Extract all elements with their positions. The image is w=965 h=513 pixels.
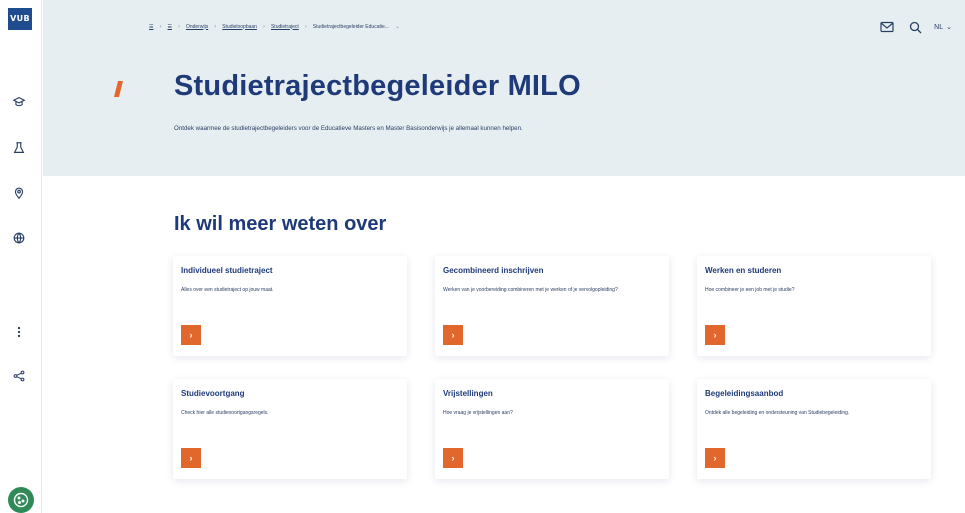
page-intro: Ontdek waarmee de studietrajectbegeleide… [174, 125, 523, 132]
card-arrow-button[interactable]: › [181, 325, 201, 345]
breadcrumb-current: Studietrajectbegeleider Educatie... [312, 23, 389, 30]
location-pin-icon[interactable] [11, 185, 27, 201]
card-arrow-button[interactable]: › [705, 448, 725, 468]
cookie-icon[interactable] [8, 487, 34, 513]
page-title: Studietrajectbegeleider MILO [174, 70, 581, 102]
card-text: Check hier alle studievoortgangsregels. [181, 410, 269, 416]
lab-flask-icon[interactable] [11, 140, 27, 156]
chevron-right-icon: › [177, 23, 180, 30]
card-text: Hoe vraag je vrijstellingen aan? [443, 410, 513, 416]
breadcrumb-item[interactable]: Studieloopbaan [222, 24, 257, 30]
page-header: ☰ › ☰ › Onderwijs › Studieloopbaan › Stu… [43, 0, 965, 176]
chevron-right-icon: › [451, 330, 455, 340]
card-studievoortgang[interactable]: Studievoortgang Check hier alle studievo… [173, 379, 407, 479]
chevron-right-icon: › [262, 23, 265, 30]
breadcrumb-item[interactable]: ☰ [167, 24, 171, 30]
card-title: Studievoortgang [181, 389, 245, 398]
card-text: Werken van je voorbereiding combineren m… [443, 287, 618, 293]
card-title: Individueel studietraject [181, 266, 273, 275]
language-label: NL [934, 23, 944, 31]
vub-logo[interactable]: VUB [8, 8, 32, 30]
section-title: Ik wil meer weten over [174, 213, 387, 235]
title-accent [114, 81, 123, 97]
card-title: Werken en studeren [705, 266, 782, 275]
card-text: Hoe combineer je een job met je studie? [705, 287, 795, 293]
card-text: Alles over een studietraject op jouw maa… [181, 287, 274, 293]
card-vrijstellingen[interactable]: Vrijstellingen Hoe vraag je vrijstelling… [435, 379, 669, 479]
search-icon[interactable] [906, 18, 924, 36]
chevron-right-icon: › [713, 330, 717, 340]
card-gecombineerd-inschrijven[interactable]: Gecombineerd inschrijven Werken van je v… [435, 256, 669, 356]
chevron-right-icon: › [304, 23, 307, 30]
mail-icon[interactable] [878, 18, 896, 36]
more-vertical-icon[interactable] [11, 324, 27, 340]
card-arrow-button[interactable]: › [705, 325, 725, 345]
chevron-right-icon: › [713, 453, 717, 463]
card-text: Ontdek alle begeleiding en ondersteuning… [705, 410, 850, 416]
share-icon[interactable] [11, 368, 27, 384]
header-tools: NL ⌄ [878, 18, 952, 36]
card-arrow-button[interactable]: › [443, 325, 463, 345]
chevron-right-icon: › [189, 330, 193, 340]
chevron-down-icon[interactable]: ⌄ [395, 23, 400, 30]
globe-icon[interactable] [11, 230, 27, 246]
page: VUB ☰ › ☰ › Onderwijs › Studieloopbaan ›… [0, 0, 965, 513]
card-begeleidingsaanbod[interactable]: Begeleidingsaanbod Ontdek alle begeleidi… [697, 379, 931, 479]
language-switcher[interactable]: NL ⌄ [934, 23, 952, 32]
breadcrumb: ☰ › ☰ › Onderwijs › Studieloopbaan › Stu… [149, 23, 400, 31]
breadcrumb-item[interactable]: Onderwijs [186, 24, 208, 30]
card-individueel-studietraject[interactable]: Individueel studietraject Alles over een… [173, 256, 407, 356]
breadcrumb-home[interactable]: ☰ [149, 24, 153, 30]
chevron-right-icon: › [159, 23, 162, 30]
card-title: Gecombineerd inschrijven [443, 266, 544, 275]
chevron-right-icon: › [189, 453, 193, 463]
card-arrow-button[interactable]: › [181, 448, 201, 468]
chevron-down-icon: ⌄ [946, 24, 952, 31]
card-title: Vrijstellingen [443, 389, 493, 398]
card-werken-en-studeren[interactable]: Werken en studeren Hoe combineer je een … [697, 256, 931, 356]
side-rail: VUB [0, 0, 42, 513]
student-cap-icon[interactable] [11, 94, 27, 110]
card-title: Begeleidingsaanbod [705, 389, 784, 398]
chevron-right-icon: › [214, 23, 217, 30]
card-arrow-button[interactable]: › [443, 448, 463, 468]
chevron-right-icon: › [451, 453, 455, 463]
breadcrumb-item[interactable]: Studietraject [271, 24, 299, 30]
